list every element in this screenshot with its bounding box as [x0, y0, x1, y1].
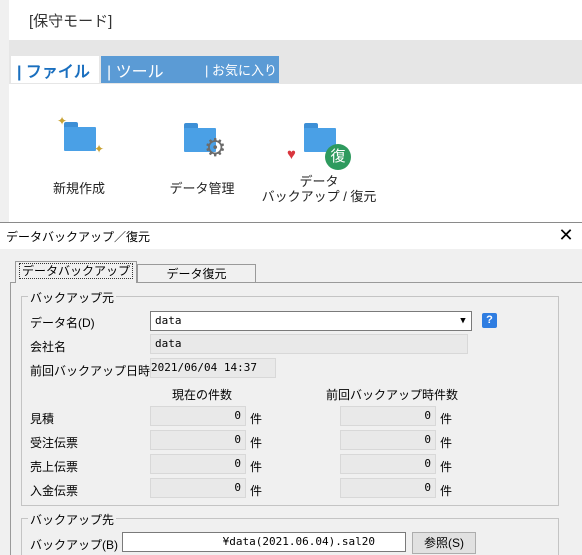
backup-destination-group-label: バックアップ先 — [28, 511, 117, 528]
menu-tabbar: | ファイル | ツール | お気に入り — [9, 40, 582, 84]
folder-heart-restore-icon: ♥ 復 — [259, 114, 379, 170]
unit-label: 件 — [250, 484, 263, 498]
ribbon-new-label: 新規作成 — [52, 181, 105, 196]
ribbon-new-button[interactable]: ✦ ✦ 新規作成 — [39, 114, 119, 196]
browse-button[interactable]: 参照(S) — [412, 532, 476, 554]
company-label: 会社名 — [30, 340, 67, 354]
unit-label: 件 — [250, 412, 263, 426]
new-folder-icon: ✦ ✦ — [57, 114, 105, 156]
row-current-sales: 0 — [150, 454, 246, 474]
backup-path-label: バックアップ(B) — [30, 538, 118, 552]
data-name-value: data — [155, 314, 182, 327]
backup-path-input[interactable]: ¥data(2021.06.04).sal20 — [122, 532, 406, 552]
tab-favorites[interactable]: | お気に入り — [199, 56, 279, 83]
last-count-header: 前回バックアップ時件数 — [326, 388, 459, 402]
row-label-order: 受注伝票 — [30, 436, 79, 450]
restore-badge-icon: 復 — [325, 144, 351, 170]
company-field: data — [150, 334, 468, 354]
ribbon-backup-restore-button[interactable]: ♥ 復 データ バックアップ / 復元 — [259, 114, 379, 204]
row-label-estimate: 見積 — [30, 412, 55, 426]
dialog-title: データバックアップ／復元 — [6, 230, 151, 244]
unit-label: 件 — [250, 436, 263, 450]
ribbon-backup-label-line1: データ — [299, 174, 339, 189]
last-backup-label: 前回バックアップ日時 — [30, 364, 151, 378]
help-icon[interactable]: ? — [482, 313, 497, 328]
current-count-header: 現在の件数 — [172, 388, 233, 402]
unit-label: 件 — [250, 460, 263, 474]
ribbon-data-management-button[interactable]: ⚙ データ管理 — [157, 114, 247, 196]
chevron-down-icon[interactable]: ▼ — [455, 313, 470, 329]
app-header: [保守モード] — [9, 0, 582, 40]
row-current-estimate: 0 — [150, 406, 246, 426]
data-name-select[interactable]: data ▼ — [150, 311, 472, 331]
tab-tools[interactable]: | ツール — [101, 56, 199, 83]
row-last-payment: 0 — [340, 478, 436, 498]
unit-label: 件 — [440, 412, 453, 426]
backup-restore-dialog: データバックアップ／復元 ✕ データバックアップ データ復元 バックアップ元 デ… — [0, 222, 582, 555]
row-current-payment: 0 — [150, 478, 246, 498]
unit-label: 件 — [440, 436, 453, 450]
row-last-order: 0 — [340, 430, 436, 450]
tab-data-restore[interactable]: データ復元 — [137, 264, 256, 282]
close-icon[interactable]: ✕ — [556, 225, 576, 245]
ribbon-backup-label-line2: バックアップ / 復元 — [261, 189, 377, 204]
unit-label: 件 — [440, 460, 453, 474]
backup-source-group-label: バックアップ元 — [28, 289, 117, 306]
last-backup-field: 2021/06/04 14:37 — [150, 358, 276, 378]
row-last-sales: 0 — [340, 454, 436, 474]
row-last-estimate: 0 — [340, 406, 436, 426]
unit-label: 件 — [440, 484, 453, 498]
dialog-titlebar: データバックアップ／復元 ✕ — [0, 223, 582, 249]
tab-file[interactable]: | ファイル — [11, 56, 99, 83]
row-label-payment: 入金伝票 — [30, 484, 79, 498]
folder-gear-icon: ⚙ — [157, 114, 247, 166]
row-current-order: 0 — [150, 430, 246, 450]
heart-icon: ♥ — [287, 146, 296, 163]
window-edge — [0, 0, 9, 222]
ribbon-data-management-label: データ管理 — [169, 181, 235, 196]
mode-title: [保守モード] — [29, 13, 113, 30]
row-label-sales: 売上伝票 — [30, 460, 79, 474]
ribbon: ✦ ✦ 新規作成 ⚙ データ管理 ♥ 復 データ バックアップ / 復元 — [9, 84, 582, 222]
data-name-label: データ名(D) — [30, 316, 95, 330]
tab-data-backup[interactable]: データバックアップ — [15, 261, 137, 283]
tab-data-backup-label: データバックアップ — [18, 263, 133, 279]
main-window: [保守モード] | ファイル | ツール | お気に入り ✦ ✦ 新規作成 ⚙ … — [0, 0, 582, 222]
